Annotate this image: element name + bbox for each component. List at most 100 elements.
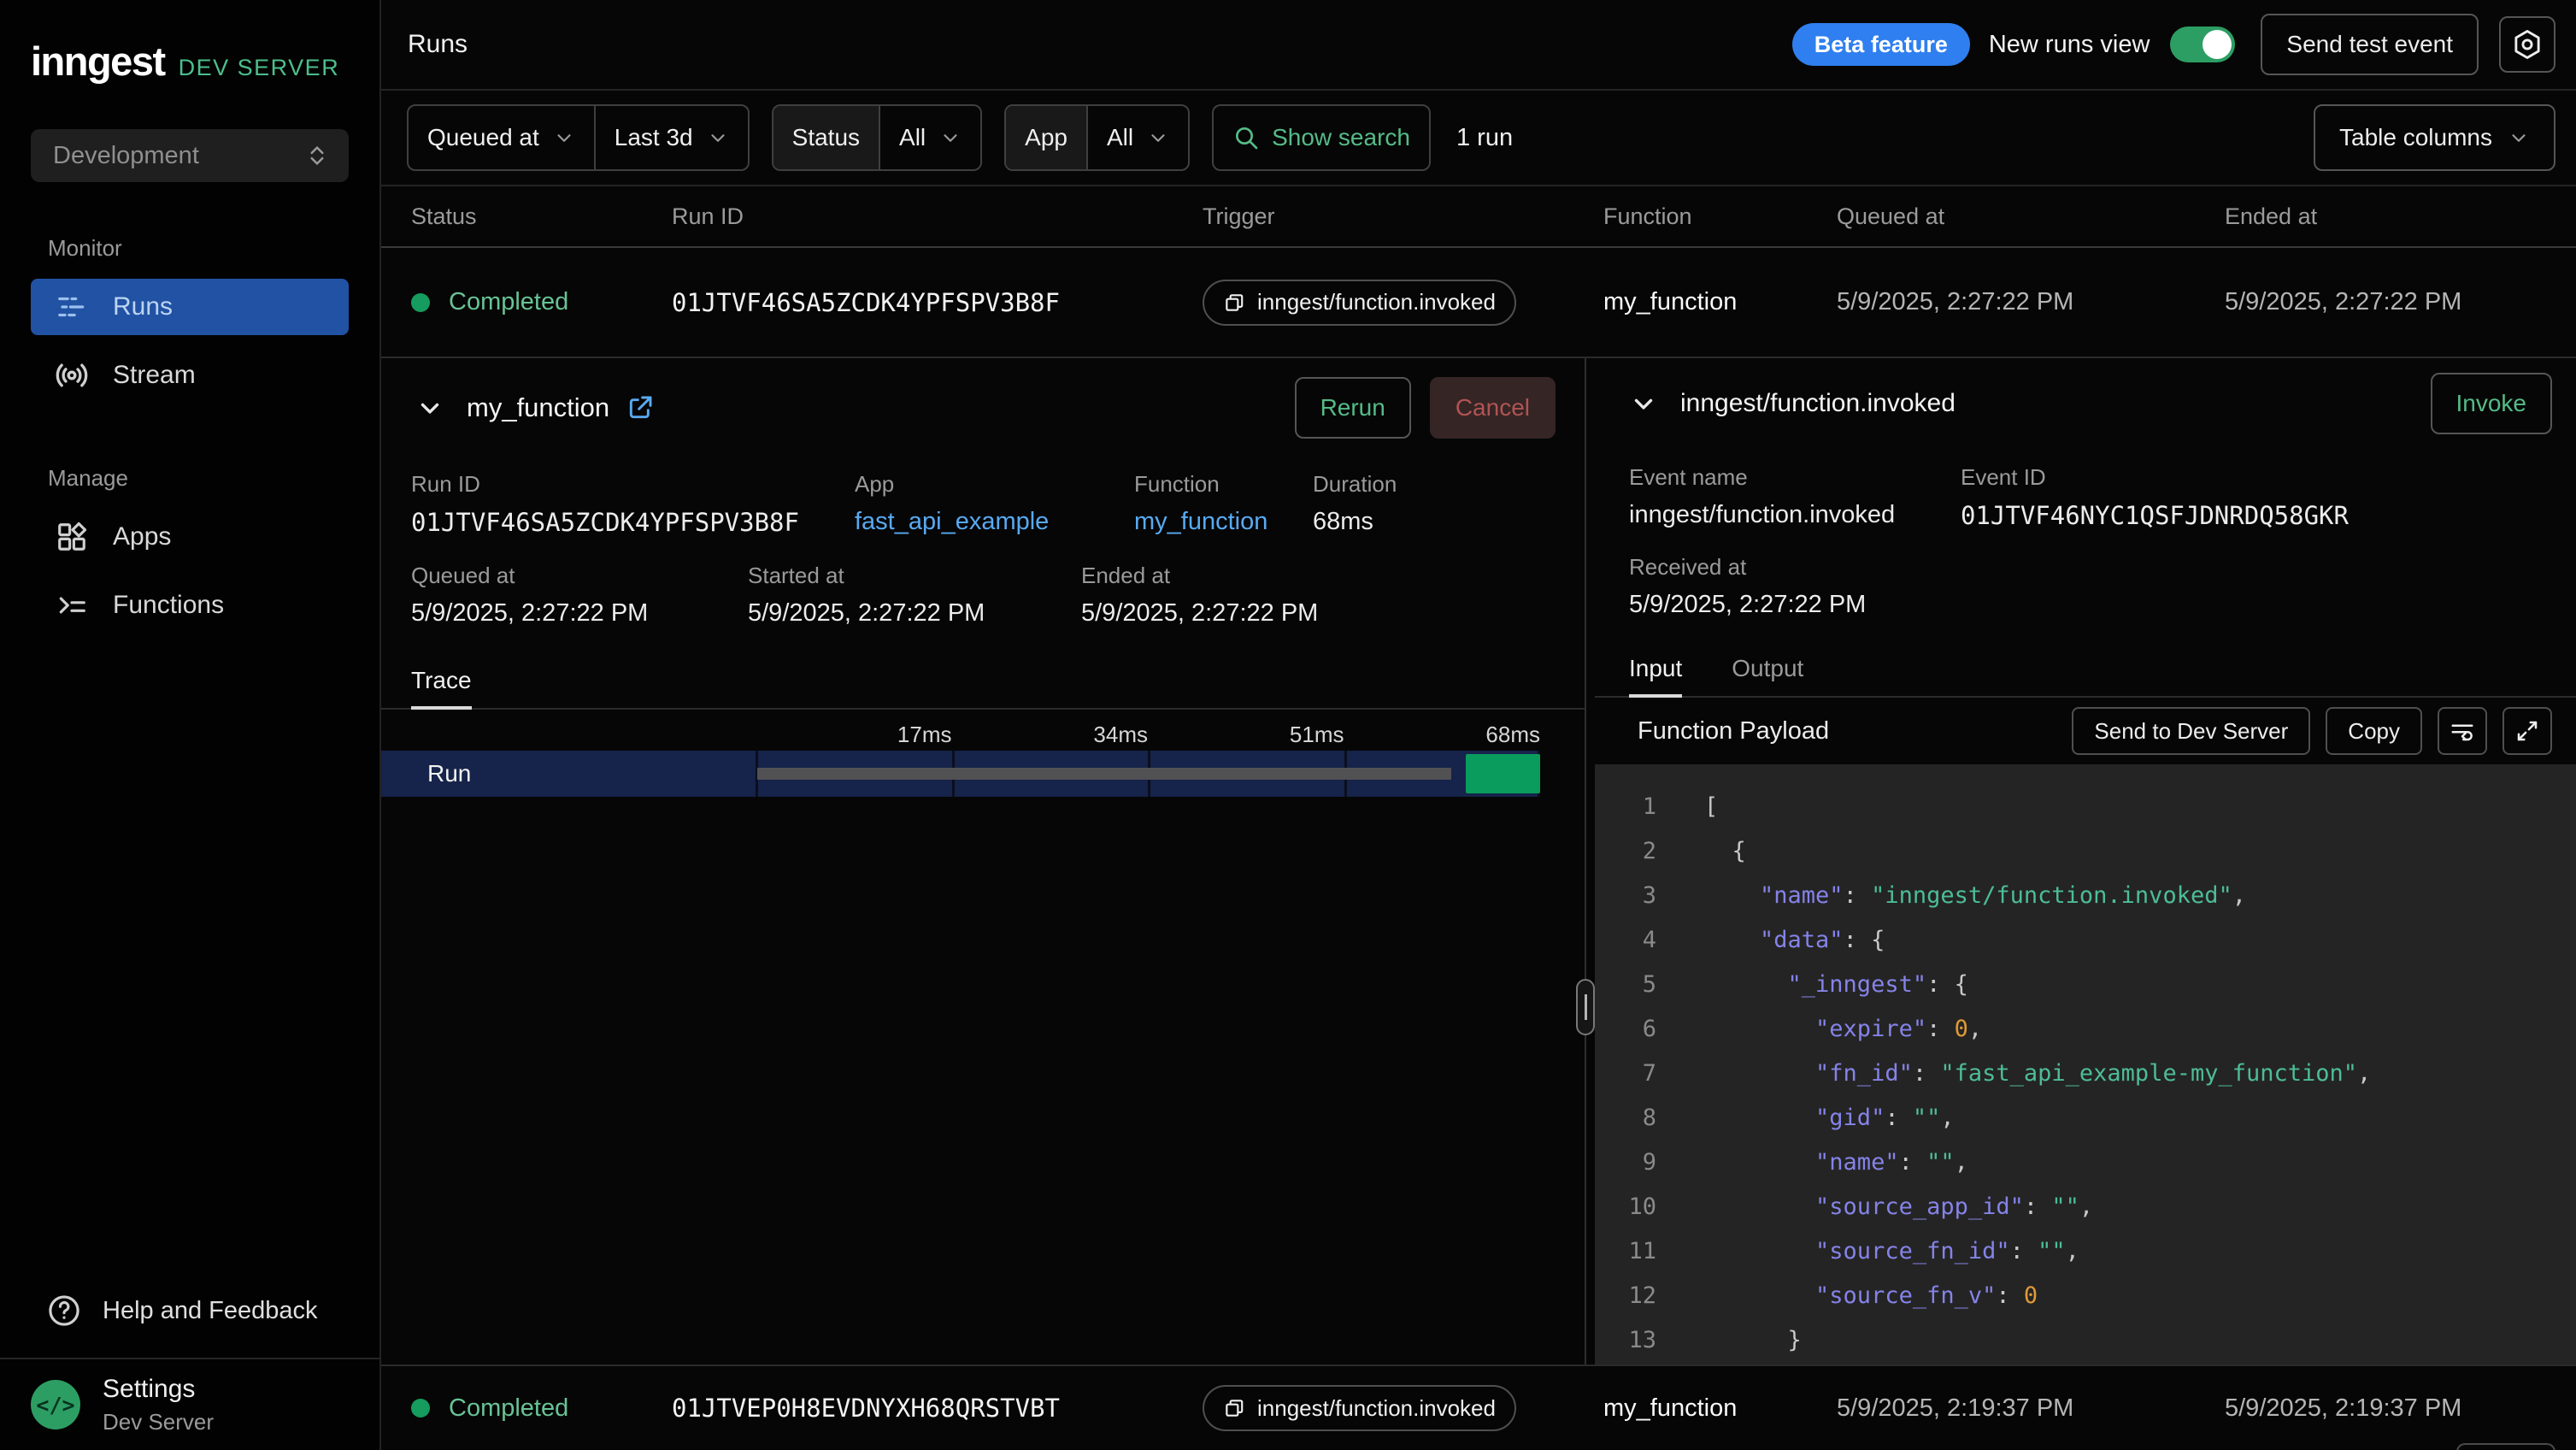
app-filter-group[interactable]: App All	[1004, 104, 1190, 171]
queued-at: 5/9/2025, 2:27:22 PM	[411, 599, 748, 628]
table-row[interactable]: Completed 01JTVF46SA5ZCDK4YPFSPV3B8F inn…	[381, 248, 2576, 357]
expand-icon	[2514, 718, 2540, 744]
payload-toolbar: Function Payload Send to Dev Server Copy	[1595, 698, 2576, 764]
code-line: 5 "_inngest": {	[1595, 963, 2576, 1007]
app-filter-label: App	[1006, 106, 1086, 169]
wrap-text-button[interactable]	[2438, 707, 2487, 755]
trigger-pill[interactable]: inngest/function.invoked	[1203, 280, 1516, 326]
collapse-chevron-icon[interactable]	[415, 393, 444, 422]
help-icon	[46, 1293, 82, 1329]
new-runs-view-toggle[interactable]	[2170, 27, 2235, 62]
stream-icon	[53, 357, 91, 394]
received-at: 5/9/2025, 2:27:22 PM	[1629, 591, 1866, 619]
app-link[interactable]: fast_api_example	[855, 508, 1134, 536]
queued-at-label: Queued at	[411, 563, 748, 589]
panel-resize-handle[interactable]	[1576, 979, 1595, 1035]
run-count: 1 run	[1456, 124, 1513, 152]
time-range-value: Last 3d	[615, 124, 693, 151]
ended-at-value: 5/9/2025, 2:19:37 PM	[2225, 1394, 2576, 1423]
payload-code-editor[interactable]: 1[2 {3 "name": "inngest/function.invoked…	[1595, 764, 2576, 1365]
tick-label: 51ms	[1290, 722, 1344, 748]
code-line: 6 "expire": 0,	[1595, 1007, 2576, 1052]
invoke-button[interactable]: Invoke	[2431, 373, 2553, 434]
send-test-event-button[interactable]: Send test event	[2261, 14, 2479, 75]
collapse-chevron-icon[interactable]	[1629, 389, 1658, 418]
event-icon	[1223, 292, 1245, 314]
chevron-down-icon	[2508, 127, 2530, 149]
queued-at-value: 5/9/2025, 2:19:37 PM	[1837, 1394, 2225, 1423]
queued-at-value: 5/9/2025, 2:27:22 PM	[1837, 288, 2225, 316]
run-id-label: Run ID	[411, 471, 855, 498]
function-link[interactable]: my_function	[1134, 508, 1313, 536]
dev-server-avatar: </>	[31, 1380, 80, 1429]
topbar: Runs Beta feature New runs view Send tes…	[381, 0, 2576, 91]
rerun-button[interactable]: Rerun	[1295, 377, 1411, 439]
settings-row[interactable]: </> Settings Dev Server	[0, 1358, 379, 1450]
settings-subtitle: Dev Server	[103, 1409, 214, 1435]
chevron-down-icon	[707, 127, 729, 149]
code-line: 10 "source_app_id": "",	[1595, 1185, 2576, 1229]
trace-run-row[interactable]: Run	[381, 751, 1540, 797]
show-search-label: Show search	[1272, 124, 1410, 151]
code-line: 2 {	[1595, 829, 2576, 874]
beta-feature-badge: Beta feature	[1792, 23, 1970, 66]
show-search-button[interactable]: Show search	[1212, 104, 1431, 171]
tab-output[interactable]: Output	[1732, 655, 1803, 696]
trace-panel: my_function Rerun Cancel Run ID 01JTVF46…	[381, 358, 1585, 1365]
trace-tick-labels: 17ms 34ms 51ms 68ms	[756, 716, 1540, 751]
status-badge: Completed	[449, 1394, 568, 1423]
chevron-down-icon	[1147, 127, 1169, 149]
help-and-feedback[interactable]: Help and Feedback	[0, 1293, 379, 1358]
run-id-value: 01JTVEP0H8EVDNYXH68QRSTVBT	[672, 1394, 1203, 1423]
code-line: 9 "name": "",	[1595, 1141, 2576, 1185]
app-root: inngest DEV SERVER Development Monitor R…	[0, 0, 2576, 1450]
ended-at-label: Ended at	[1081, 563, 1318, 589]
settings-gear-button[interactable]	[2499, 16, 2555, 73]
col-function: Function	[1603, 203, 1837, 230]
tab-input[interactable]: Input	[1629, 655, 1682, 696]
expand-button[interactable]	[2502, 707, 2552, 755]
sidebar-item-apps[interactable]: Apps	[31, 509, 349, 565]
send-to-dev-server-button[interactable]: Send to Dev Server	[2072, 707, 2310, 755]
tick-label: 68ms	[1485, 722, 1540, 748]
apps-icon	[53, 518, 91, 556]
code-line: 3 "name": "inngest/function.invoked",	[1595, 874, 2576, 918]
event-id: 01JTVF46NYC1QSFJDNRDQ58GKR	[1961, 501, 2349, 530]
time-field-value: Queued at	[427, 124, 539, 151]
environment-select[interactable]: Development	[31, 129, 349, 182]
tab-trace[interactable]: Trace	[411, 667, 472, 708]
table-row[interactable]: Completed 01JTVEP0H8EVDNYXH68QRSTVBT inn…	[381, 1365, 2576, 1450]
code-line: 13 }	[1595, 1318, 2576, 1363]
col-run-id: Run ID	[672, 203, 1203, 230]
run-id-value: 01JTVF46SA5ZCDK4YPFSPV3B8F	[672, 288, 1203, 317]
function-name: my_function	[1603, 1394, 1837, 1423]
trigger-name: inngest/function.invoked	[1257, 289, 1496, 315]
monitor-section-label: Monitor	[48, 235, 379, 262]
time-filter-group[interactable]: Queued at Last 3d	[407, 104, 750, 171]
status-filter-group[interactable]: Status All	[772, 104, 983, 171]
sidebar-item-stream[interactable]: Stream	[31, 347, 349, 404]
trace-timeline	[756, 751, 1540, 797]
received-at-label: Received at	[1629, 554, 1866, 581]
started-at-label: Started at	[748, 563, 1081, 589]
table-columns-button[interactable]: Table columns	[2314, 104, 2555, 171]
settings-title: Settings	[103, 1375, 214, 1404]
function-name: my_function	[1603, 288, 1837, 316]
cancel-button[interactable]: Cancel	[1430, 377, 1556, 439]
ended-at-value: 5/9/2025, 2:27:22 PM	[2225, 288, 2576, 316]
event-panel: inngest/function.invoked Invoke Event na…	[1595, 358, 2576, 1365]
sidebar-item-runs[interactable]: Runs	[31, 279, 349, 335]
external-link-icon[interactable]	[626, 394, 654, 421]
main-content: Runs Beta feature New runs view Send tes…	[381, 0, 2576, 1450]
sidebar-item-functions[interactable]: Functions	[31, 577, 349, 634]
run-fields-row-2: Queued at 5/9/2025, 2:27:22 PM Started a…	[381, 563, 1585, 628]
trigger-pill[interactable]: inngest/function.invoked	[1203, 1385, 1516, 1431]
trace-queued-segment	[757, 768, 1451, 780]
toggle-knob	[2203, 30, 2232, 59]
runs-icon	[53, 288, 91, 326]
wrap-text-icon	[2450, 718, 2475, 744]
copy-button[interactable]: Copy	[2326, 707, 2422, 755]
inngest-logo: inngest	[31, 38, 165, 85]
table-columns-label: Table columns	[2339, 124, 2492, 151]
panel-divider	[1585, 358, 1595, 1365]
